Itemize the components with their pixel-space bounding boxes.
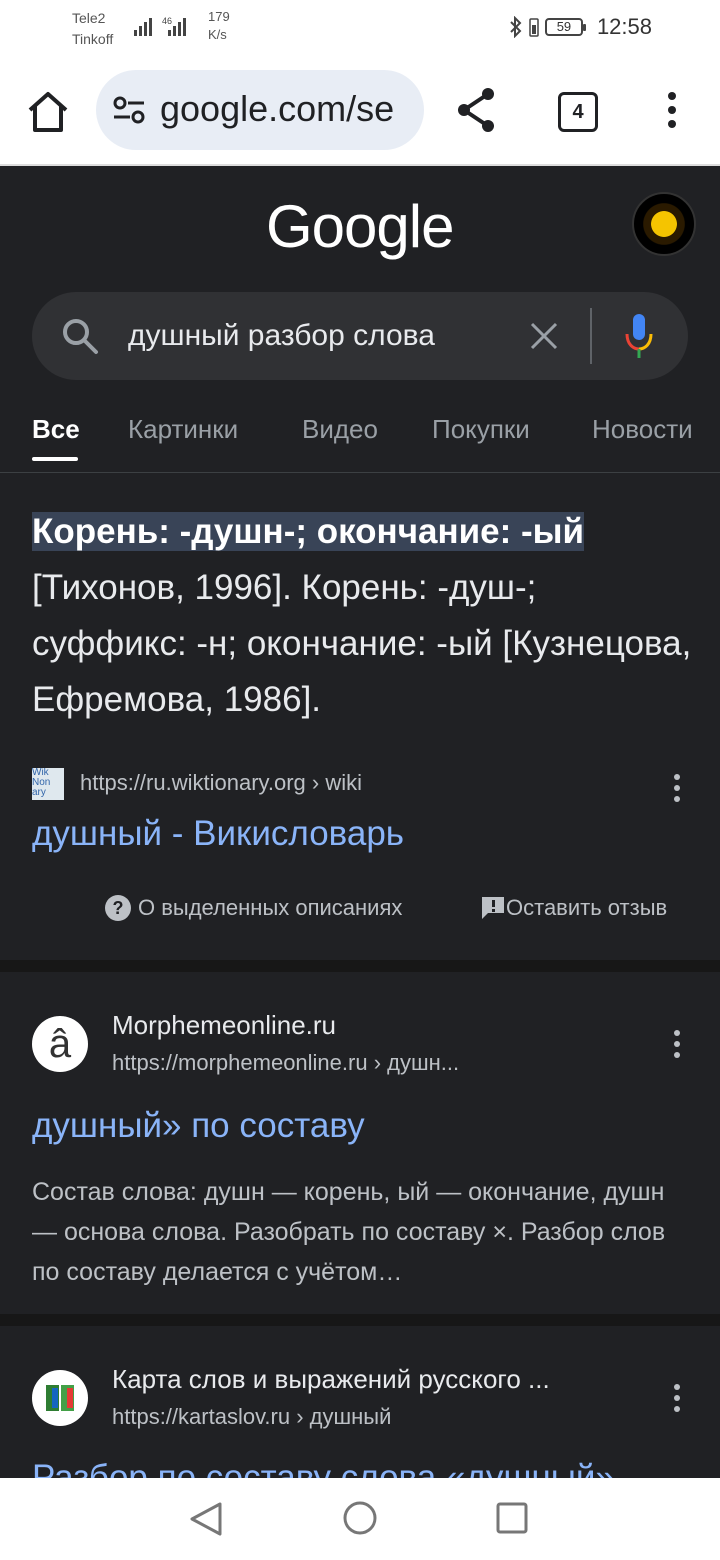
tab-news[interactable]: Новости — [592, 414, 693, 445]
tab-shopping[interactable]: Покупки — [432, 414, 530, 445]
search-box[interactable]: душный разбор слова — [32, 292, 688, 380]
recents-icon[interactable] — [496, 1502, 528, 1534]
carrier-1: Tele2 — [72, 10, 106, 26]
google-logo[interactable]: Google — [266, 192, 454, 261]
tab-video[interactable]: Видео — [302, 414, 378, 445]
speed-unit: K/s — [208, 27, 227, 42]
result-separator — [0, 1314, 720, 1326]
share-icon[interactable] — [452, 86, 500, 134]
home-icon[interactable] — [22, 86, 74, 138]
svg-text:?: ? — [113, 898, 124, 918]
help-icon: ? — [105, 895, 131, 922]
about-snippets-label: О выделенных описаниях — [138, 895, 403, 921]
clear-icon[interactable] — [526, 318, 562, 354]
clock: 12:58 — [596, 14, 652, 39]
result-description: Состав слова: душн — корень, ый — оконча… — [32, 1178, 666, 1286]
phone-battery-icon — [529, 18, 539, 37]
snippet-text: [Тихонов, 1996]. Корень: -душ-; суффикс:… — [32, 568, 692, 719]
network-label: 46 — [162, 16, 172, 26]
result-menu-icon[interactable] — [672, 774, 682, 802]
search-icon[interactable] — [60, 316, 100, 356]
signal-icon: 46 — [134, 16, 186, 36]
result-site-name[interactable]: Morphemeonline.ru — [112, 1010, 336, 1041]
morphemeonline-favicon: â — [32, 1016, 88, 1072]
featured-source-url[interactable]: https://ru.wiktionary.org › wiki — [80, 770, 362, 796]
result-url[interactable]: https://kartaslov.ru › душный — [112, 1404, 391, 1430]
book-icon — [46, 1385, 74, 1411]
site-settings-icon[interactable] — [112, 96, 146, 124]
speed-value: 179 — [208, 9, 230, 24]
address-bar[interactable]: google.com/se — [96, 70, 424, 150]
result-title-link[interactable]: Разбор по составу слова «душный» — [32, 1458, 615, 1478]
home-nav-icon[interactable] — [342, 1500, 378, 1536]
browser-toolbar: google.com/se 4 — [0, 56, 720, 166]
result-url[interactable]: https://morphemeonline.ru › душн... — [112, 1050, 459, 1076]
back-icon[interactable] — [188, 1500, 224, 1538]
feedback-label: Оставить отзыв — [506, 895, 668, 921]
net-speed: 179 K/s — [208, 8, 230, 44]
kartaslov-favicon — [32, 1370, 88, 1426]
feedback-link[interactable]: Оставить отзыв — [480, 894, 667, 921]
result-site-name[interactable]: Карта слов и выражений русского ... — [112, 1364, 550, 1395]
tab-images[interactable]: Картинки — [128, 414, 238, 445]
search-input[interactable]: душный разбор слова — [128, 319, 464, 353]
tab-all[interactable]: Все — [32, 414, 80, 445]
search-tabs: Все Картинки Видео Покупки Новости — [0, 408, 720, 473]
system-navigation-bar — [0, 1478, 720, 1560]
account-avatar[interactable] — [632, 192, 696, 256]
battery-indicator: 59 — [544, 18, 586, 36]
system-indicators: 59 12:58 — [509, 14, 652, 40]
result-menu-icon[interactable] — [672, 1030, 682, 1058]
url-text[interactable]: google.com/se — [160, 88, 394, 130]
tab-switcher-button[interactable]: 4 — [558, 92, 598, 132]
carrier-names: Tele2 Tinkoff — [72, 8, 113, 50]
result-menu-icon[interactable] — [672, 1384, 682, 1412]
more-menu-icon[interactable] — [664, 92, 680, 128]
result-title-link[interactable]: душный» по составу — [32, 1106, 365, 1146]
microphone-icon[interactable] — [624, 312, 654, 360]
feedback-icon — [482, 897, 504, 920]
status-bar: Tele2 Tinkoff 46 179 K/s 59 12:58 — [0, 0, 720, 56]
active-tab-indicator — [32, 457, 78, 461]
featured-title-link[interactable]: душный - Викисловарь — [32, 814, 404, 854]
wiktionary-favicon: Wik Non ary — [32, 768, 64, 800]
bluetooth-icon — [510, 16, 522, 38]
about-snippets-link[interactable]: ? О выделенных описаниях — [104, 894, 402, 922]
featured-snippet: Корень: -душн-; окончание: -ый [Тихонов,… — [32, 504, 692, 728]
carrier-2: Tinkoff — [72, 31, 114, 47]
result-separator — [0, 960, 720, 972]
search-results-page: Google душный разбор слова Все Картинки … — [0, 168, 720, 1478]
snippet-highlight: Корень: -душн-; окончание: -ый — [32, 512, 585, 551]
search-divider — [590, 308, 592, 364]
